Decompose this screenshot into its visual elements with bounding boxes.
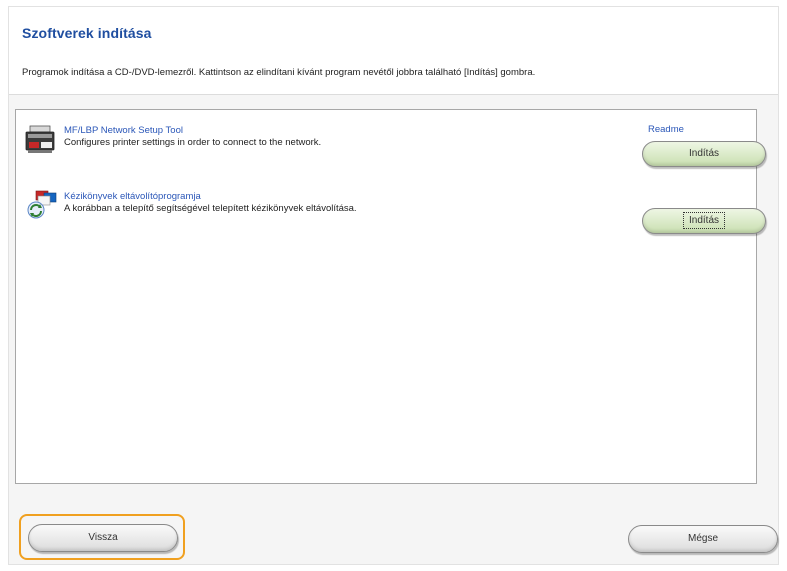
cancel-button[interactable]: Mégse — [628, 525, 778, 553]
program-list: MF/LBP Network Setup Tool Configures pri… — [15, 109, 766, 484]
launch-network-setup-button[interactable]: Indítás — [642, 141, 766, 167]
readme-link[interactable]: Readme — [648, 124, 684, 135]
launch-manual-uninstaller-button[interactable]: Indítás — [642, 208, 766, 234]
manual-uninstaller-link[interactable]: Kézikönyvek eltávolítóprogramja — [64, 191, 201, 202]
header-panel: Szoftverek indítása Programok indítása a… — [9, 7, 778, 95]
launch-button-label: Indítás — [688, 148, 720, 159]
back-button[interactable]: Vissza — [28, 524, 178, 552]
list-item-network-setup: MF/LBP Network Setup Tool Configures pri… — [16, 122, 766, 172]
page-title: Szoftverek indítása — [22, 25, 152, 41]
launch-button-label: Indítás — [682, 212, 726, 229]
network-setup-tool-link[interactable]: MF/LBP Network Setup Tool — [64, 125, 183, 136]
list-item-manual-uninstaller: Kézikönyvek eltávolítóprogramja A korább… — [16, 188, 766, 238]
page-description: Programok indítása a CD-/DVD-lemezről. K… — [22, 67, 536, 78]
manual-uninstaller-description: A korábban a telepítő segítségével telep… — [64, 203, 357, 214]
printer-icon — [24, 124, 60, 156]
back-button-focus-ring: Vissza — [19, 514, 185, 560]
network-setup-tool-description: Configures printer settings in order to … — [64, 137, 322, 148]
uninstall-manuals-icon — [24, 190, 60, 222]
